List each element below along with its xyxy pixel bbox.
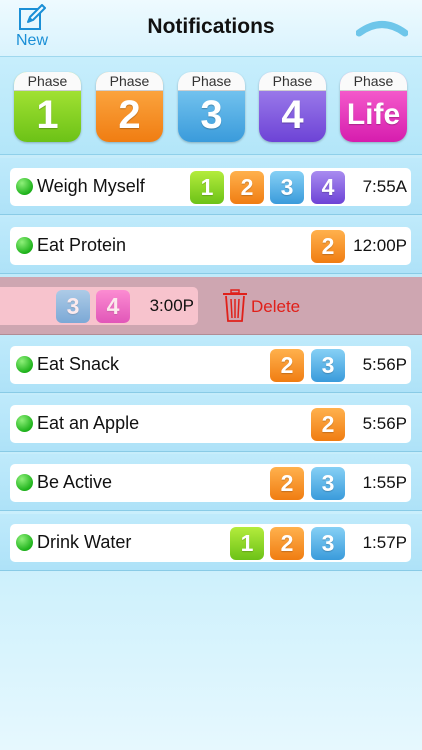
chevron-up-icon xyxy=(355,21,409,37)
active-status-icon xyxy=(16,237,33,254)
phase-caption: Phase xyxy=(340,72,407,91)
phase-badge: 3 xyxy=(56,290,90,323)
notification-title: Eat Protein xyxy=(37,235,127,255)
phase-tab-2[interactable]: Phase 2 xyxy=(96,72,163,142)
phase-badge: 4 xyxy=(96,290,130,323)
phase-badge: 1 xyxy=(190,171,224,204)
phase-caption: Phase xyxy=(178,72,245,91)
phase-number: 4 xyxy=(281,93,304,137)
notification-time: 1:55P xyxy=(362,473,407,492)
phase-tab-life[interactable]: Phase Life xyxy=(340,72,407,142)
phase-number: 2 xyxy=(118,93,141,137)
list-item[interactable]: Eat Snack 2 3 5:56P xyxy=(10,346,411,384)
phase-badge: 3 xyxy=(311,527,345,560)
notification-cell[interactable]: Eat an Apple 2 5:56P xyxy=(0,395,422,452)
phase-caption: Phase xyxy=(259,72,326,91)
notification-cell[interactable]: Weigh Myself 1 2 3 4 7:55A xyxy=(0,158,422,215)
active-status-icon xyxy=(16,534,33,551)
active-status-icon xyxy=(16,474,33,491)
phase-selector: Phase 1 Phase 2 Phase 3 Phase 4 Phase Li… xyxy=(0,57,422,155)
phase-badge: 3 xyxy=(311,349,345,382)
phase-caption: Phase xyxy=(96,72,163,91)
collapse-button[interactable] xyxy=(355,18,409,38)
notification-cell[interactable]: Eat Snack 2 3 5:56P xyxy=(0,336,422,393)
phase-number: 3 xyxy=(200,93,223,137)
phase-badge: 2 xyxy=(270,467,304,500)
notification-time: 5:56P xyxy=(362,414,407,433)
phase-number: Life xyxy=(346,98,401,131)
notification-time: 5:56P xyxy=(362,355,407,374)
phase-tab-4[interactable]: Phase 4 xyxy=(259,72,326,142)
notification-cell[interactable]: Eat Protein 2 12:00P xyxy=(0,217,422,274)
notification-title: Eat Snack xyxy=(37,354,120,374)
phase-badge: 2 xyxy=(230,171,264,204)
notification-title: Weigh Myself xyxy=(37,176,145,196)
list-item[interactable]: Eat an Apple 2 5:56P xyxy=(10,405,411,443)
phase-badge: 1 xyxy=(230,527,264,560)
notification-time: 3:00P xyxy=(149,296,194,315)
active-status-icon xyxy=(16,415,33,432)
list-item[interactable]: Weigh Myself 1 2 3 4 7:55A xyxy=(10,168,411,206)
notification-title: Drink Water xyxy=(37,532,132,552)
list-item[interactable]: 3 4 3:00P xyxy=(0,287,198,325)
notification-time: 12:00P xyxy=(353,236,407,255)
phase-tab-3[interactable]: Phase 3 xyxy=(178,72,245,142)
notification-title: Be Active xyxy=(37,472,113,492)
phase-caption: Phase xyxy=(14,72,81,91)
phase-badge: 3 xyxy=(270,171,304,204)
notification-title: Eat an Apple xyxy=(37,413,140,433)
phase-badge: 2 xyxy=(270,527,304,560)
active-status-icon xyxy=(16,356,33,373)
delete-label: Delete xyxy=(251,297,301,316)
notification-cell[interactable]: Drink Water 1 2 3 1:57P xyxy=(0,514,422,571)
phase-badge: 2 xyxy=(270,349,304,382)
list-item[interactable]: Eat Protein 2 12:00P xyxy=(10,227,411,265)
notification-cell-swiped[interactable]: 3 4 3:00P Delete xyxy=(0,277,422,335)
list-item[interactable]: Be Active 2 3 1:55P xyxy=(10,464,411,502)
phase-badge: 4 xyxy=(311,171,345,204)
phase-number: 1 xyxy=(36,93,59,137)
phase-tab-1[interactable]: Phase 1 xyxy=(14,72,81,142)
nav-bar: New Notifications xyxy=(0,0,422,57)
notification-time: 1:57P xyxy=(362,533,407,552)
active-status-icon xyxy=(16,178,33,195)
list-item[interactable]: Drink Water 1 2 3 1:57P xyxy=(10,524,411,562)
notification-cell[interactable]: Be Active 2 3 1:55P xyxy=(0,454,422,511)
delete-button[interactable]: Delete xyxy=(222,289,312,323)
phase-badge: 2 xyxy=(311,230,345,263)
phase-badge: 3 xyxy=(311,467,345,500)
phase-badge: 2 xyxy=(311,408,345,441)
notification-time: 7:55A xyxy=(362,177,407,196)
trash-icon xyxy=(223,289,247,322)
